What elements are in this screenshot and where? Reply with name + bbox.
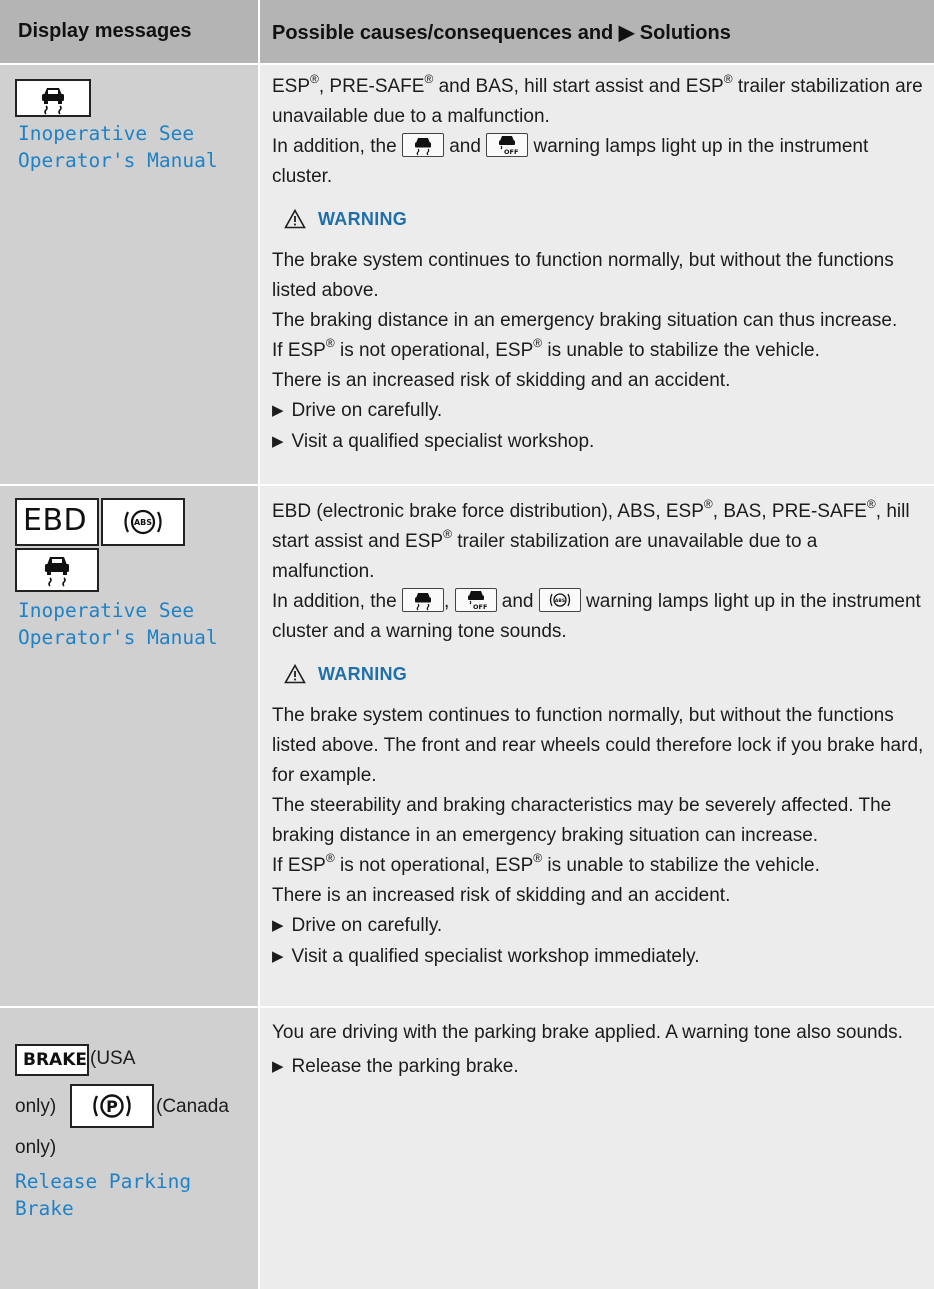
row1-warning-p4: There is an increased risk of skidding a… (272, 370, 731, 391)
svg-text:OFF: OFF (473, 603, 487, 611)
row3-body: You are driving with the parking brake a… (272, 1018, 924, 1083)
row1-warning-p1: The brake system continues to function n… (272, 250, 894, 301)
esp-icon (15, 548, 99, 592)
row1-body: ESP®, PRE-SAFE® and BAS, hill start assi… (272, 72, 924, 458)
parking-brake-icon: P (70, 1084, 154, 1128)
row3-display-text: Release Parking Brake (15, 1168, 191, 1222)
display-line-1: Inoperative See (18, 599, 195, 622)
display-line-2: Operator's Manual (18, 626, 218, 649)
row2-warning-p1: The brake system continues to function n… (272, 705, 924, 786)
svg-text:ABS: ABS (555, 598, 565, 604)
header-causes-solutions: Possible causes/consequences and ▶ Solut… (272, 22, 731, 44)
usa-note: (USA (90, 1048, 136, 1069)
esp-warning-lamp-icon (401, 587, 444, 612)
solution-text: Drive on carefully. (291, 400, 443, 421)
solution-text: Drive on carefully. (291, 915, 443, 936)
ebd-icon: EBD (15, 498, 99, 546)
row3-solution-1: ▶ Release the parking brake. (272, 1052, 924, 1083)
row2-display-cell: EBD ABS Inoperative See Operator's Manua… (0, 486, 258, 1006)
display-line-2: Brake (15, 1197, 74, 1220)
arrow-icon: ▶ (272, 433, 284, 450)
header-display-messages: Display messages (18, 20, 192, 42)
row2-solution-1: ▶ Drive on carefully. (272, 911, 924, 942)
svg-text:OFF: OFF (504, 148, 518, 156)
row3-intro: You are driving with the parking brake a… (272, 1022, 903, 1043)
message-table: Display messages Possible causes/consequ… (0, 0, 934, 1289)
display-line-2: Operator's Manual (18, 149, 218, 172)
text-fragment: , (443, 591, 450, 612)
row1-display-cell: Inoperative See Operator's Manual (0, 65, 258, 484)
row1-warning-heading: WARNING (284, 204, 924, 234)
esp-off-warning-lamp-icon: OFF (486, 132, 529, 157)
text-fragment: In addition, the (272, 591, 397, 612)
row2-warning-p4: There is an increased risk of skidding a… (272, 885, 731, 906)
row1-solution-1: ▶ Drive on carefully. (272, 396, 924, 427)
row1-display-text: Inoperative See Operator's Manual (18, 120, 218, 174)
table-header: Display messages Possible causes/consequ… (0, 0, 934, 63)
row1-lamps-line: In addition, the and OFF warning lamps l… (272, 132, 924, 192)
row1-intro: ESP®, PRE-SAFE® and BAS, hill start assi… (272, 71, 923, 127)
display-line-1: Release Parking (15, 1170, 192, 1193)
esp-warning-lamp-icon (401, 132, 444, 157)
esp-off-warning-lamp-icon: OFF (454, 587, 497, 612)
brake-icon: BRAKE (15, 1044, 89, 1076)
row2-warning-p3: If ESP® is not operational, ESP® is unab… (272, 850, 820, 876)
warning-triangle-icon (284, 664, 306, 684)
row1-warning-p2: The braking distance in an emergency bra… (272, 310, 898, 331)
header-divider (258, 0, 260, 63)
solution-text: Visit a qualified specialist workshop im… (291, 946, 700, 967)
only-note: only) (15, 1137, 57, 1158)
abs-icon: ABS (101, 498, 185, 546)
abs-label: ABS (134, 518, 152, 527)
row2-lamps-line: In addition, the , OFF and ABS warning l… (272, 587, 924, 647)
row2-warning-p2: The steerability and braking characteris… (272, 795, 892, 846)
text-fragment: and (501, 591, 534, 612)
row2-body: EBD (electronic brake force distribution… (272, 497, 924, 973)
canada-note: (Canada (156, 1096, 229, 1117)
arrow-icon: ▶ (272, 948, 284, 965)
row1-warning-p3: If ESP® is not operational, ESP® is unab… (272, 335, 820, 361)
brake-label: BRAKE (23, 1050, 87, 1070)
warning-triangle-icon (284, 209, 306, 229)
svg-text:P: P (106, 1097, 118, 1116)
row2-intro: EBD (electronic brake force distribution… (272, 496, 910, 582)
warning-label: WARNING (318, 664, 408, 684)
arrow-icon: ▶ (272, 402, 284, 419)
ebd-label: EBD (23, 503, 88, 538)
only-note: only) (15, 1096, 57, 1117)
row1-solution-2: ▶ Visit a qualified specialist workshop. (272, 427, 924, 458)
arrow-icon: ▶ (272, 917, 284, 934)
text-fragment: and (449, 136, 481, 157)
row2-solution-2: ▶ Visit a qualified specialist workshop i… (272, 942, 924, 973)
esp-icon (15, 79, 91, 117)
arrow-icon: ▶ (272, 1058, 284, 1075)
row2-warning-heading: WARNING (284, 659, 924, 689)
display-line-1: Inoperative See (18, 122, 195, 145)
warning-label: WARNING (318, 209, 408, 229)
row3-display-cell: BRAKE (USA only) P (Canada only) Release… (0, 1008, 258, 1289)
row2-display-text: Inoperative See Operator's Manual (18, 597, 218, 651)
solution-text: Release the parking brake. (291, 1056, 519, 1077)
abs-warning-lamp-icon: ABS (538, 587, 581, 612)
solution-text: Visit a qualified specialist workshop. (291, 431, 595, 452)
text-fragment: In addition, the (272, 136, 397, 157)
